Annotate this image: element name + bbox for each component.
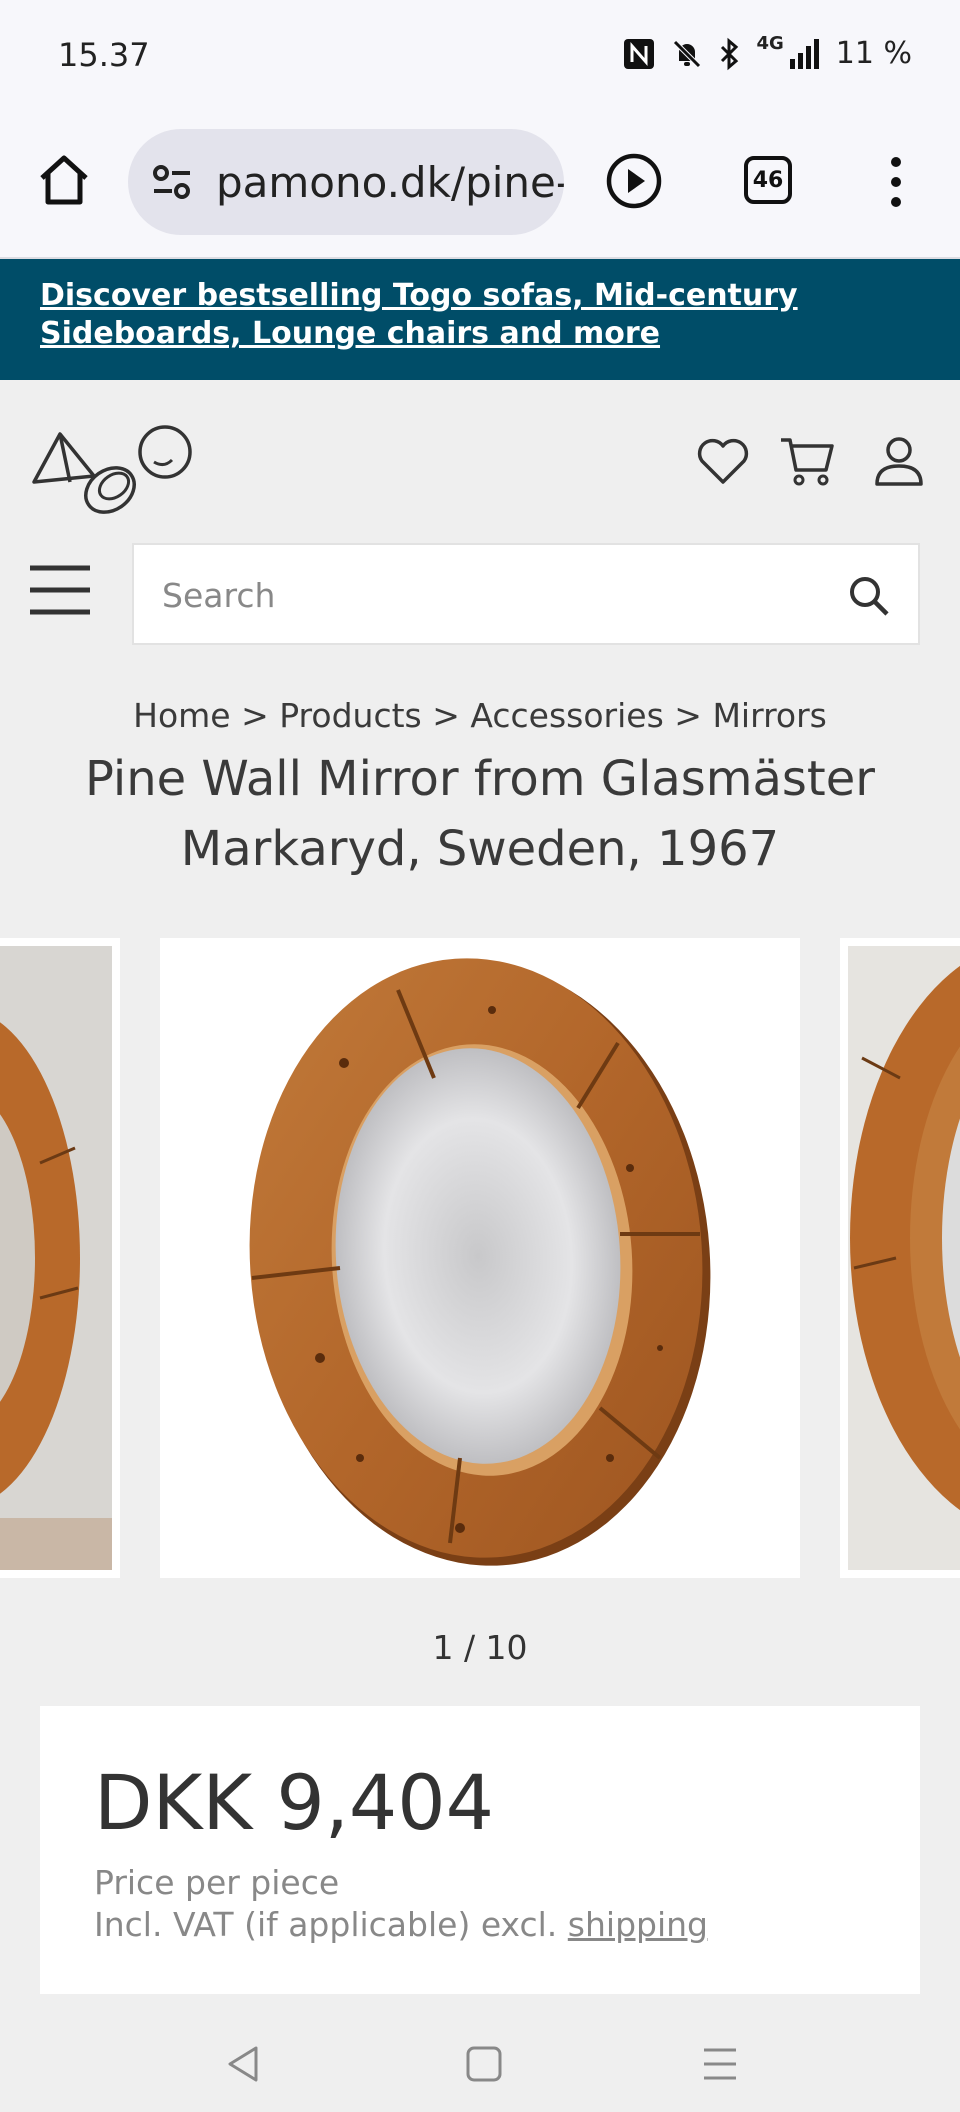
shipping-link[interactable]: shipping	[568, 1905, 708, 1944]
gallery-slide-previous[interactable]	[0, 938, 120, 1578]
menu-icon[interactable]	[28, 560, 92, 620]
home-icon[interactable]	[36, 152, 92, 208]
vat-note: Incl. VAT (if applicable) excl. shipping	[94, 1904, 708, 1946]
status-bar: 15.37 4G 11 %	[0, 0, 960, 112]
mirror-image-previous	[0, 946, 112, 1570]
url-text: pamono.dk/pine-	[216, 157, 564, 207]
breadcrumb-mirrors[interactable]: Mirrors	[712, 696, 826, 735]
price-per-label: Price per piece	[94, 1863, 340, 1902]
pamono-logo[interactable]	[30, 420, 200, 520]
recents-icon[interactable]	[700, 2044, 740, 2084]
promo-banner: Discover bestselling Togo sofas, Mid-cen…	[0, 259, 960, 380]
product-title: Pine Wall Mirror from Glasmäster Markary…	[84, 751, 876, 877]
browser-toolbar: pamono.dk/pine- 46	[0, 112, 960, 259]
site-settings-icon[interactable]	[150, 160, 194, 204]
search-icon[interactable]	[848, 575, 890, 617]
breadcrumb: Home > Products > Accessories > Mirrors	[0, 696, 960, 735]
search-box	[132, 543, 920, 645]
breadcrumb-separator: >	[432, 696, 460, 735]
back-icon[interactable]	[224, 2044, 264, 2084]
breadcrumb-separator: >	[241, 696, 269, 735]
signal-icon	[789, 38, 819, 69]
vat-text: Incl. VAT (if applicable) excl.	[94, 1905, 558, 1944]
battery-level: 11 %	[835, 36, 912, 71]
bluetooth-icon	[721, 37, 739, 70]
gallery-counter: 1 / 10	[432, 1628, 528, 1667]
more-icon[interactable]	[878, 152, 914, 212]
gallery-slide-current[interactable]	[160, 938, 800, 1578]
promo-link[interactable]: Discover bestselling Togo sofas, Mid-cen…	[40, 277, 920, 353]
tab-switcher-icon[interactable]: 46	[744, 156, 792, 204]
breadcrumb-accessories[interactable]: Accessories	[470, 696, 663, 735]
mirror-image-main	[249, 958, 711, 1566]
cart-icon[interactable]	[778, 432, 836, 490]
tab-count: 46	[752, 167, 784, 193]
nfc-icon	[624, 38, 655, 69]
wishlist-icon[interactable]	[694, 432, 752, 490]
status-time: 15.37	[58, 36, 150, 74]
search-input[interactable]	[160, 545, 804, 645]
address-bar[interactable]: pamono.dk/pine-	[128, 129, 564, 235]
price-card: DKK 9,404 Price per piece Incl. VAT (if …	[40, 1706, 920, 1994]
price-note: Price per piece Incl. VAT (if applicable…	[94, 1862, 708, 1946]
status-icons: 4G 11 %	[622, 33, 912, 71]
product-price: DKK 9,404	[94, 1758, 494, 1847]
network-type: 4G	[756, 33, 784, 54]
mute-icon	[673, 39, 702, 68]
breadcrumb-home[interactable]: Home	[133, 696, 230, 735]
account-icon[interactable]	[870, 432, 928, 490]
home-nav-icon[interactable]	[464, 2044, 504, 2084]
product-gallery[interactable]	[0, 938, 960, 1578]
system-nav-bar	[0, 2010, 960, 2112]
mirror-image-next	[848, 946, 960, 1570]
breadcrumb-separator: >	[674, 696, 702, 735]
play-icon[interactable]	[605, 152, 663, 210]
breadcrumb-products[interactable]: Products	[279, 696, 422, 735]
gallery-slide-next[interactable]	[840, 938, 960, 1578]
